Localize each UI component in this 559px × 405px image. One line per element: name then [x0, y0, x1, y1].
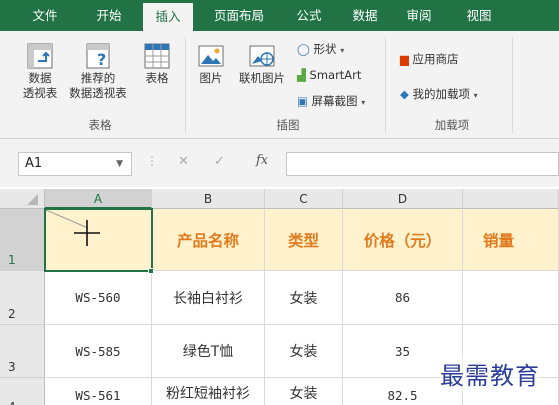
cell-c3[interactable]: 女装 — [265, 325, 343, 378]
online-picture-icon — [249, 45, 275, 67]
column-header-d[interactable]: D — [343, 189, 463, 209]
pivot-table-icon — [27, 43, 53, 69]
row-number: 2 — [8, 307, 16, 321]
tab-insert[interactable]: 插入 — [143, 3, 193, 31]
cell-d1[interactable]: 价格（元） — [343, 209, 463, 271]
formula-bar: A1 ▼ ⋮ ✕ ✓ fx — [0, 139, 559, 187]
column-header-c[interactable]: C — [265, 189, 343, 209]
store-label: 应用商店 — [412, 52, 459, 66]
row-header-4[interactable]: 4 — [0, 378, 45, 405]
pictures-button[interactable]: 图片 — [193, 43, 229, 86]
screenshot-label: 屏幕截图 — [311, 94, 358, 108]
picture-icon — [198, 45, 224, 67]
recommended-pivot-label: 推荐的 数据透视表 — [69, 71, 127, 100]
cell-a3[interactable]: WS-585 — [45, 325, 152, 378]
row-number: 4 — [8, 400, 16, 405]
cell-b4[interactable]: 粉红短袖衬衫 — [152, 378, 265, 405]
row-number: 1 — [8, 253, 16, 267]
row-number: 3 — [8, 360, 16, 374]
smartart-label: SmartArt — [309, 68, 362, 82]
cell-e1[interactable]: 销量 — [463, 209, 559, 271]
shapes-icon: ◯ — [297, 42, 310, 56]
row-header-3[interactable]: 3 — [0, 325, 45, 378]
pivot-table-label: 数据 透视表 — [22, 71, 58, 100]
group-separator — [512, 37, 513, 133]
group-label-tables: 表格 — [88, 118, 112, 132]
column-header-e[interactable] — [463, 189, 559, 209]
table-label: 表格 — [145, 71, 169, 85]
store-icon: ▆ — [400, 52, 409, 66]
cell-b1[interactable]: 产品名称 — [152, 209, 265, 271]
group-separator — [385, 37, 386, 133]
enter-icon[interactable]: ✓ — [214, 154, 225, 169]
online-pictures-button[interactable]: 联机图片 — [234, 43, 290, 86]
cell-a2[interactable]: WS-560 — [45, 271, 152, 325]
insert-function-icon[interactable]: fx — [256, 153, 268, 168]
tab-home[interactable]: 开始 — [84, 0, 134, 31]
tab-view[interactable]: 视图 — [456, 0, 502, 31]
tab-page-layout[interactable]: 页面布局 — [203, 0, 275, 31]
name-box[interactable]: A1 ▼ — [18, 152, 132, 176]
svg-text:?: ? — [97, 50, 106, 69]
my-addins-label: 我的加载项 — [412, 87, 471, 101]
store-button[interactable]: ▆ 应用商店 — [400, 51, 459, 67]
row-header-1[interactable]: 1 — [0, 209, 45, 271]
cell-c2[interactable]: 女装 — [265, 271, 343, 325]
row-header-2[interactable]: 2 — [0, 271, 45, 325]
more-icon: ⋮ — [146, 154, 158, 168]
table-icon — [144, 43, 170, 69]
shapes-button[interactable]: ◯ 形状 ▾ — [297, 41, 344, 57]
column-header-b[interactable]: B — [152, 189, 265, 209]
cell-e2[interactable] — [463, 271, 559, 325]
chevron-down-icon: ▼ — [116, 159, 123, 169]
cell-b2[interactable]: 长袖白衬衫 — [152, 271, 265, 325]
tab-data[interactable]: 数据 — [342, 0, 388, 31]
cell-c1[interactable]: 类型 — [265, 209, 343, 271]
group-label-illustrations: 插图 — [276, 118, 300, 132]
group-separator — [185, 37, 186, 133]
ribbon: 数据 透视表 ? 推荐的 数据透视表 表格 表格 图片 联机图片 ◯ 形状 ▾ … — [0, 31, 559, 139]
screenshot-button[interactable]: ▣ 屏幕截图 ▾ — [297, 93, 365, 109]
addins-icon: ◆ — [400, 87, 409, 101]
tab-review[interactable]: 审阅 — [396, 0, 442, 31]
pictures-label: 图片 — [199, 71, 223, 85]
formula-input[interactable] — [286, 152, 559, 176]
tab-file[interactable]: 文件 — [20, 0, 70, 31]
cell-b3[interactable]: 绿色T恤 — [152, 325, 265, 378]
cell-a4[interactable]: WS-561 — [45, 378, 152, 405]
chevron-down-icon: ▾ — [340, 46, 345, 55]
chevron-down-icon: ▾ — [361, 98, 366, 107]
group-label-addins: 加载项 — [434, 118, 470, 132]
pivot-table-button[interactable]: 数据 透视表 — [18, 43, 62, 101]
online-pictures-label: 联机图片 — [239, 71, 285, 85]
crosshair-cursor-icon — [74, 220, 100, 246]
cell-d2[interactable]: 86 — [343, 271, 463, 325]
screenshot-icon: ▣ — [297, 94, 308, 108]
recommended-pivot-icon: ? — [86, 43, 110, 69]
column-header-a[interactable]: A — [45, 189, 152, 209]
smartart-icon: ▟ — [297, 68, 306, 82]
watermark: 最需教育 — [440, 356, 540, 391]
chevron-down-icon: ▾ — [473, 91, 478, 100]
recommended-pivot-button[interactable]: ? 推荐的 数据透视表 — [63, 43, 133, 101]
cell-c4[interactable]: 女装 — [265, 378, 343, 405]
name-box-value: A1 — [25, 156, 43, 171]
select-all-corner[interactable] — [0, 189, 45, 209]
corner-triangle-icon — [27, 194, 38, 205]
ribbon-tab-bar: 文件 开始 插入 页面布局 公式 数据 审阅 视图 — [0, 0, 559, 31]
smartart-button[interactable]: ▟ SmartArt — [297, 68, 361, 82]
my-addins-button[interactable]: ◆ 我的加载项 ▾ — [400, 86, 478, 102]
table-button[interactable]: 表格 — [137, 43, 177, 86]
tab-formulas[interactable]: 公式 — [286, 0, 332, 31]
shapes-label: 形状 — [313, 42, 337, 56]
cancel-icon[interactable]: ✕ — [178, 154, 189, 169]
